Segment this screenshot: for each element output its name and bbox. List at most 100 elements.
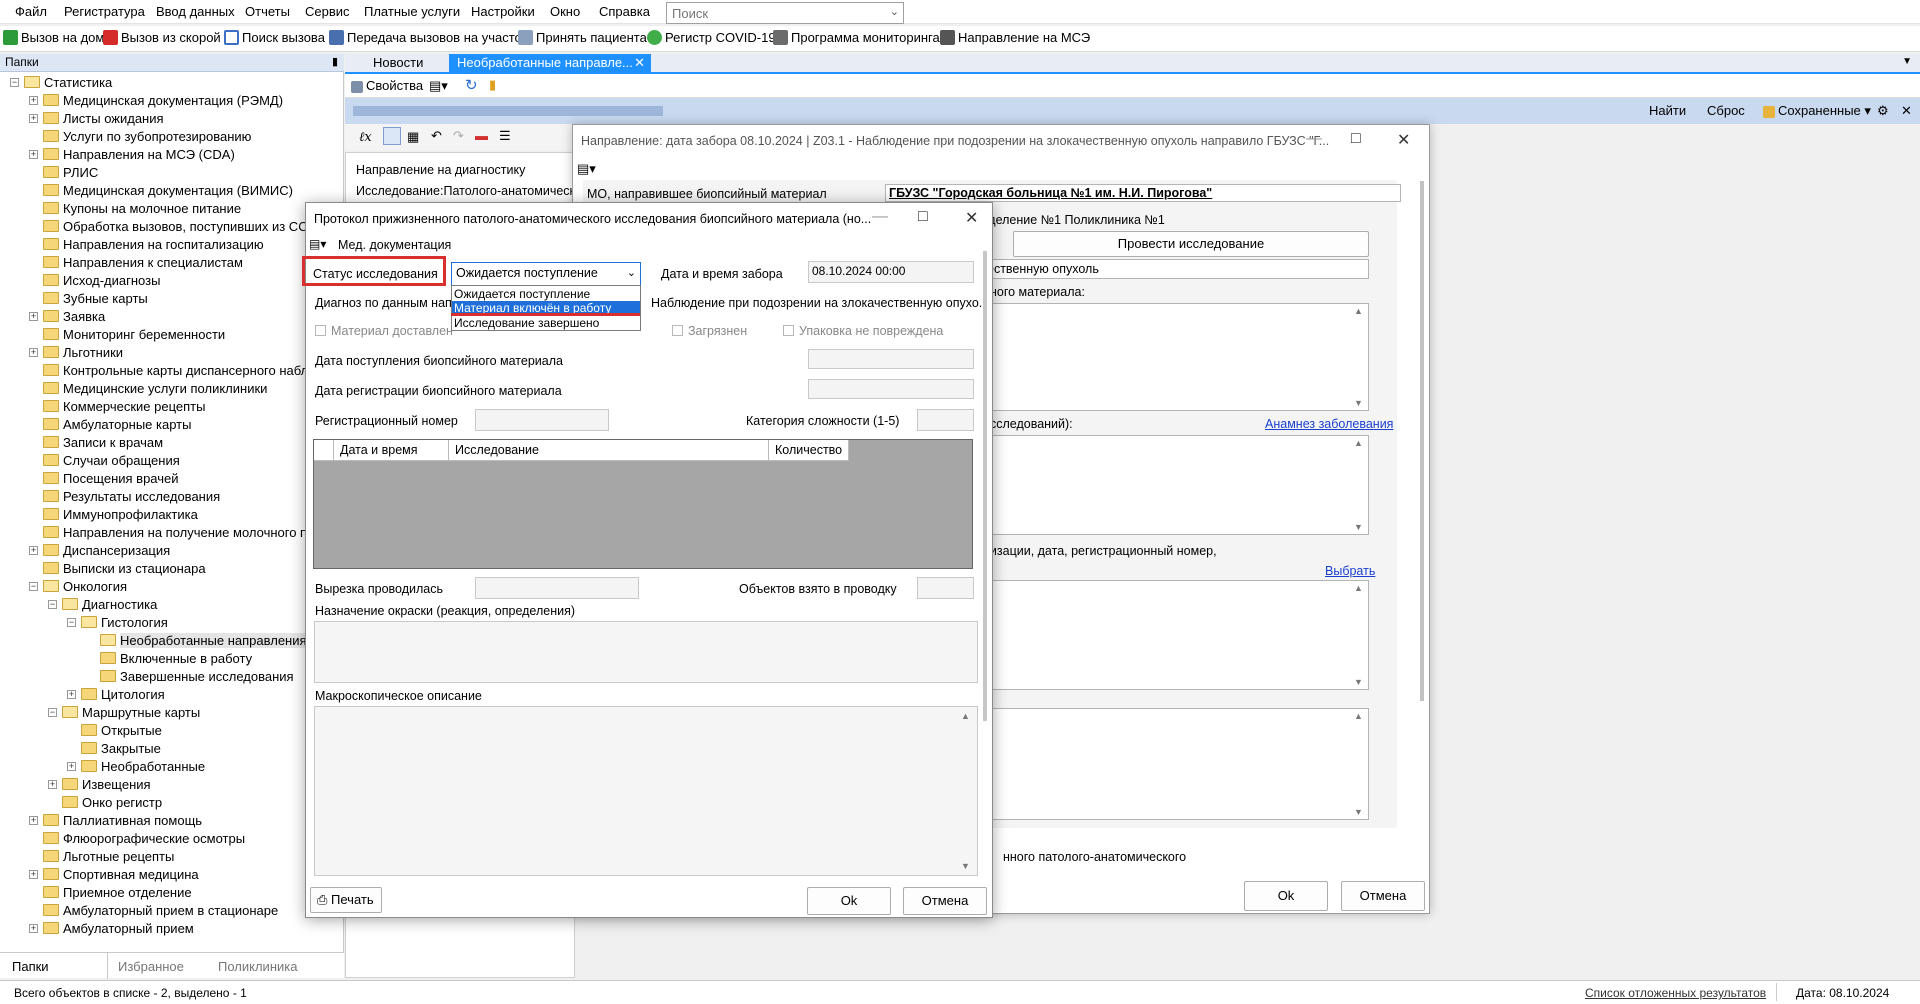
tab-unprocessed[interactable]: Необработанные направле... ✕ bbox=[449, 54, 651, 72]
med-docs-menu[interactable]: Мед. документация bbox=[338, 238, 451, 252]
menu-registry[interactable]: Регистратура bbox=[64, 4, 145, 19]
delete-doc-icon[interactable]: ▬ bbox=[475, 128, 488, 143]
find-call-button[interactable]: Поиск вызова bbox=[224, 30, 325, 48]
mse-button[interactable]: Направление на МСЭ bbox=[940, 30, 1090, 48]
conduct-study-button[interactable]: Провести исследование bbox=[1013, 231, 1369, 257]
expand-icon[interactable]: + bbox=[29, 312, 38, 321]
redo-icon[interactable]: ↷ bbox=[453, 128, 464, 144]
close-icon[interactable]: ✕ bbox=[634, 55, 645, 71]
research-textarea[interactable]: ▲ ▼ bbox=[983, 435, 1369, 535]
expand-icon[interactable]: + bbox=[29, 924, 38, 933]
deferred-results-link[interactable]: Список отложенных результатов bbox=[1585, 986, 1766, 1000]
expand-icon[interactable]: + bbox=[67, 690, 76, 699]
cut-field[interactable] bbox=[475, 577, 639, 599]
scroll-up-icon[interactable]: ▲ bbox=[961, 711, 973, 721]
scroll-down-icon[interactable]: ▼ bbox=[1354, 807, 1366, 817]
close-filter-icon[interactable]: ✕ bbox=[1901, 103, 1912, 119]
minimize-icon[interactable]: — bbox=[872, 208, 888, 226]
dirty-checkbox[interactable]: Загрязнен bbox=[672, 324, 747, 338]
chevron-down-icon[interactable]: ⌄ bbox=[627, 266, 636, 279]
collapse-icon[interactable]: − bbox=[48, 708, 57, 717]
expand-icon[interactable]: + bbox=[48, 780, 57, 789]
covid-registry-button[interactable]: Регистр COVID-19 bbox=[647, 30, 776, 48]
menu-help[interactable]: Справка bbox=[599, 4, 650, 19]
ok-button[interactable]: Ok bbox=[807, 887, 891, 915]
grid-col-quantity[interactable]: Количество bbox=[769, 440, 849, 461]
referral-scrollbar[interactable] bbox=[1420, 181, 1424, 701]
find-button[interactable]: Найти bbox=[1649, 103, 1686, 118]
collapse-icon[interactable]: − bbox=[29, 582, 38, 591]
tab-polyclinic[interactable]: Поликлиника bbox=[218, 959, 297, 974]
tab-news[interactable]: Новости bbox=[365, 54, 431, 72]
grid-col-study[interactable]: Исследование bbox=[449, 440, 769, 461]
complexity-field[interactable] bbox=[917, 409, 974, 431]
accept-patient-button[interactable]: Принять пациента bbox=[518, 30, 647, 48]
tabs-menu-icon[interactable]: ▼ bbox=[1902, 56, 1912, 67]
folder-up-icon[interactable]: ▮ bbox=[489, 77, 496, 93]
expand-icon[interactable]: + bbox=[29, 150, 38, 159]
collapse-icon[interactable]: − bbox=[10, 78, 19, 87]
search-box[interactable]: ⌄ bbox=[666, 2, 904, 24]
delivered-checkbox[interactable]: Материал доставлен bbox=[315, 324, 453, 338]
diagnosis-field[interactable]: ественную опухоль bbox=[983, 259, 1369, 279]
menu-window[interactable]: Окно bbox=[550, 4, 580, 19]
transfer-calls-button[interactable]: Передача вызовов на участок bbox=[329, 30, 527, 48]
filter-settings-icon[interactable]: ⚙ bbox=[1877, 103, 1889, 119]
doc-menu-icon[interactable]: ▤▾ bbox=[309, 237, 326, 251]
doc-menu-icon[interactable]: ▤▾ bbox=[577, 161, 596, 177]
tab-folders[interactable]: Папки bbox=[12, 959, 49, 974]
status-option-completed[interactable]: Исследование завершено bbox=[452, 316, 640, 330]
collect-datetime-field[interactable]: 08.10.2024 00:00 bbox=[808, 261, 974, 283]
scroll-down-icon[interactable]: ▼ bbox=[1354, 398, 1366, 408]
reset-button[interactable]: Сброс bbox=[1707, 103, 1745, 118]
menu-settings[interactable]: Настройки bbox=[471, 4, 535, 19]
formula-icon[interactable]: ℓx bbox=[359, 129, 372, 145]
cancel-button[interactable]: Отмена bbox=[1341, 881, 1425, 911]
maximize-icon[interactable]: □ bbox=[1351, 130, 1361, 148]
anamnesis-link[interactable]: Анамнез заболевания bbox=[1265, 417, 1393, 431]
collapse-icon[interactable]: − bbox=[48, 600, 57, 609]
studies-grid[interactable]: Дата и время Исследование Количество bbox=[313, 439, 973, 569]
mo-field[interactable]: ГБУЗС "Городская больница №1 им. Н.И. Пи… bbox=[885, 184, 1401, 202]
properties-button[interactable]: Свойства bbox=[351, 78, 423, 93]
menu-service[interactable]: Сервис bbox=[305, 4, 350, 19]
scroll-up-icon[interactable]: ▲ bbox=[1354, 438, 1366, 448]
menu-reports[interactable]: Отчеты bbox=[245, 4, 290, 19]
expand-icon[interactable]: + bbox=[67, 762, 76, 771]
table-icon[interactable]: ▦ bbox=[407, 129, 419, 145]
ambulance-call-button[interactable]: Вызов из скорой bbox=[103, 30, 221, 48]
extra-textarea[interactable]: ▲ ▼ bbox=[983, 708, 1369, 820]
menu-file[interactable]: Файл bbox=[15, 4, 47, 19]
register-date-field[interactable] bbox=[808, 379, 974, 399]
choose-link[interactable]: Выбрать bbox=[1325, 564, 1375, 578]
minimize-icon[interactable]: — bbox=[1306, 130, 1322, 148]
stain-textarea[interactable] bbox=[314, 621, 978, 683]
collapse-icon[interactable]: − bbox=[67, 618, 76, 627]
close-icon[interactable]: ✕ bbox=[965, 208, 978, 228]
scroll-down-icon[interactable]: ▼ bbox=[1354, 522, 1366, 532]
organization-textarea[interactable]: ▲ ▼ bbox=[983, 580, 1369, 690]
tab-favorites[interactable]: Избранное bbox=[118, 959, 184, 974]
saved-button[interactable]: Сохраненные ▾ bbox=[1763, 103, 1871, 119]
status-option-awaiting[interactable]: Ожидается поступление bbox=[452, 287, 640, 301]
scroll-up-icon[interactable]: ▲ bbox=[1354, 711, 1366, 721]
expand-icon[interactable]: + bbox=[29, 348, 38, 357]
scroll-up-icon[interactable]: ▲ bbox=[1354, 583, 1366, 593]
expand-icon[interactable]: + bbox=[29, 870, 38, 879]
material-textarea[interactable]: ▲ ▼ bbox=[983, 303, 1369, 411]
expand-icon[interactable]: + bbox=[29, 96, 38, 105]
expand-icon[interactable]: + bbox=[29, 546, 38, 555]
scroll-down-icon[interactable]: ▼ bbox=[961, 861, 973, 871]
macro-textarea[interactable]: ▲ ▼ bbox=[314, 706, 978, 876]
edit-icon[interactable] bbox=[383, 127, 401, 145]
cancel-button[interactable]: Отмена bbox=[903, 887, 987, 915]
arrival-date-field[interactable] bbox=[808, 349, 974, 369]
package-checkbox[interactable]: Упаковка не повреждена bbox=[783, 324, 943, 338]
home-visit-button[interactable]: Вызов на дом bbox=[3, 30, 104, 48]
close-icon[interactable]: ✕ bbox=[1397, 130, 1410, 150]
print-button[interactable]: ⎙ Печать bbox=[310, 887, 382, 913]
scroll-up-icon[interactable]: ▲ bbox=[1354, 306, 1366, 316]
status-select[interactable]: Ожидается поступление ⌄ bbox=[451, 262, 641, 286]
chevron-down-icon[interactable]: ⌄ bbox=[890, 5, 899, 18]
scroll-down-icon[interactable]: ▼ bbox=[1354, 677, 1366, 687]
